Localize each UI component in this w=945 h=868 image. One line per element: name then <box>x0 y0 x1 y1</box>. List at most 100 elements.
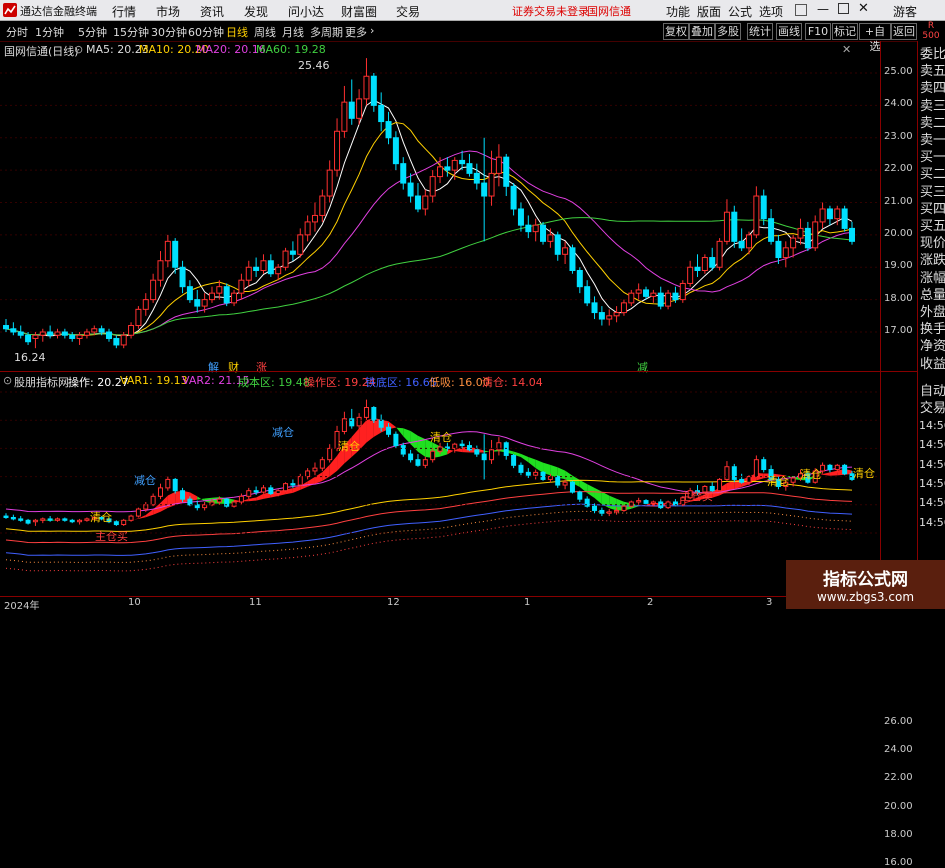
marker-finance[interactable]: 财 <box>228 359 239 375</box>
candle-body <box>482 183 487 196</box>
tab-period-5min[interactable]: 5分钟 <box>78 24 107 40</box>
tab-period-monthly[interactable]: 月线 <box>282 24 304 40</box>
tab-period-daily[interactable]: 日线 <box>226 24 248 40</box>
tab-period-60min[interactable]: 60分钟 <box>188 24 224 40</box>
adjust-button[interactable]: 复权 <box>663 23 689 40</box>
ind-candle-body <box>526 472 530 475</box>
ind-candle-body <box>467 446 471 450</box>
tab-period-15min[interactable]: 15分钟 <box>113 24 149 40</box>
ind-candle-body <box>357 417 361 425</box>
indicator-tick-label: 22.00 <box>884 772 913 783</box>
guest-label[interactable]: 游客 <box>893 3 917 20</box>
ind-candle-body <box>607 512 611 513</box>
ind-candle-body <box>438 447 442 451</box>
tab-period-multi[interactable]: 多周期 <box>310 24 343 40</box>
candle-body <box>791 238 796 248</box>
candle-body <box>496 157 501 173</box>
overlay-button[interactable]: 叠加 <box>689 23 715 40</box>
f10-button[interactable]: F10 <box>805 23 831 40</box>
ind-candle-body <box>460 444 464 445</box>
menu-item-function[interactable]: 功能 <box>666 3 690 20</box>
ind-candle-body <box>144 505 148 509</box>
candle-body <box>143 300 148 310</box>
maximize-icon[interactable] <box>838 3 849 14</box>
menu-item-quotes[interactable]: 行情 <box>112 3 136 20</box>
candle-body <box>783 248 788 258</box>
candle-body <box>541 225 546 241</box>
tab-period-weekly[interactable]: 周线 <box>254 24 276 40</box>
menu-item-ask[interactable]: 问小达 <box>288 3 324 20</box>
menu-item-layout[interactable]: 版面 <box>697 3 721 20</box>
candle-body <box>769 219 774 242</box>
x-tick-label: 1 <box>524 597 530 608</box>
candle-body <box>283 251 288 267</box>
ind-candle-body <box>269 488 273 494</box>
tab-period-30min[interactable]: 30分钟 <box>151 24 187 40</box>
candle-body <box>305 222 310 235</box>
chart-settings-icon[interactable]: ⊙ <box>74 43 83 56</box>
candle-body <box>62 332 67 335</box>
panel-label: 卖五 <box>920 63 945 80</box>
menu-item-discover[interactable]: 发现 <box>244 3 268 20</box>
tab-period-more[interactable]: 更多 <box>345 24 367 40</box>
menu-item-market[interactable]: 市场 <box>156 3 180 20</box>
candle-body <box>386 122 391 138</box>
menu-item-news[interactable]: 资讯 <box>200 3 224 20</box>
ind-candle-body <box>48 519 52 520</box>
candle-body <box>379 105 384 121</box>
minimize-icon[interactable]: — <box>817 2 829 16</box>
candle-body <box>599 313 604 319</box>
candle-body <box>644 290 649 296</box>
close-icon[interactable]: ✕ <box>858 1 869 16</box>
ind-candle-body <box>313 468 317 471</box>
mark-button[interactable]: 标记 <box>832 23 858 40</box>
stats-button[interactable]: 统计 <box>747 23 773 40</box>
ind-candle-body <box>11 517 15 518</box>
trend-ribbon-segment <box>521 454 528 462</box>
menu-item-trade[interactable]: 交易 <box>396 3 420 20</box>
trend-ribbon-segment <box>536 460 543 473</box>
candle-body <box>18 332 23 335</box>
candle-body <box>563 248 568 254</box>
draw-line-button[interactable]: 画线 <box>776 23 802 40</box>
message-icon[interactable] <box>795 4 807 16</box>
tab-period-1min[interactable]: 1分钟 <box>35 24 64 40</box>
trend-ribbon-segment <box>447 449 454 454</box>
kline-chart-area[interactable] <box>0 41 917 609</box>
ind-candle-body <box>600 510 604 513</box>
signal-clear-5: 清仓 <box>800 466 822 482</box>
marker-rise[interactable]: 涨 <box>256 359 267 375</box>
chart-close-icon[interactable]: ✕ <box>842 43 851 56</box>
order-book-panel[interactable]: 委比卖五卖四卖三卖二卖一买一买二买三买四买五现价涨跌涨幅总量外盘换手净资收益自动… <box>917 41 945 609</box>
candle-body <box>121 335 126 345</box>
indicator-tick-label: 18.00 <box>884 829 913 840</box>
ind-candle-body <box>114 522 118 525</box>
marker-unlock[interactable]: 解 <box>208 359 219 375</box>
candle-body <box>217 287 222 293</box>
multi-stock-button[interactable]: 多股 <box>715 23 741 40</box>
ind-candle-body <box>431 451 435 459</box>
panel-label: 买三 <box>920 184 945 201</box>
ind-clear-label: 清仓: 14.04 <box>482 374 543 390</box>
candle-body <box>312 215 317 221</box>
ma20-line <box>6 151 852 335</box>
tab-period-timeshare[interactable]: 分时 <box>6 24 28 40</box>
marker-reduce[interactable]: 减 <box>637 359 648 375</box>
login-notice[interactable]: 证券交易未登录 <box>512 3 589 19</box>
menu-item-wealth[interactable]: 财富圈 <box>341 3 377 20</box>
ind-candle-body <box>725 467 729 480</box>
candle-body <box>430 177 435 196</box>
trend-ribbon-segment <box>160 495 167 511</box>
trend-ribbon-segment <box>308 477 315 487</box>
add-watchlist-button[interactable]: +自选 <box>859 23 891 40</box>
more-chevron-icon[interactable]: › <box>370 24 374 37</box>
candle-body <box>489 173 494 196</box>
menu-item-formula[interactable]: 公式 <box>728 3 752 20</box>
trend-ribbon-segment <box>528 457 535 468</box>
candle-body <box>761 196 766 219</box>
ind-candle-body <box>4 516 8 517</box>
back-button[interactable]: 返回 <box>891 23 917 40</box>
indicator-settings-icon[interactable]: ⊙ <box>3 374 12 387</box>
indicator-tick-label: 16.00 <box>884 857 913 868</box>
menu-item-options[interactable]: 选项 <box>759 3 783 20</box>
